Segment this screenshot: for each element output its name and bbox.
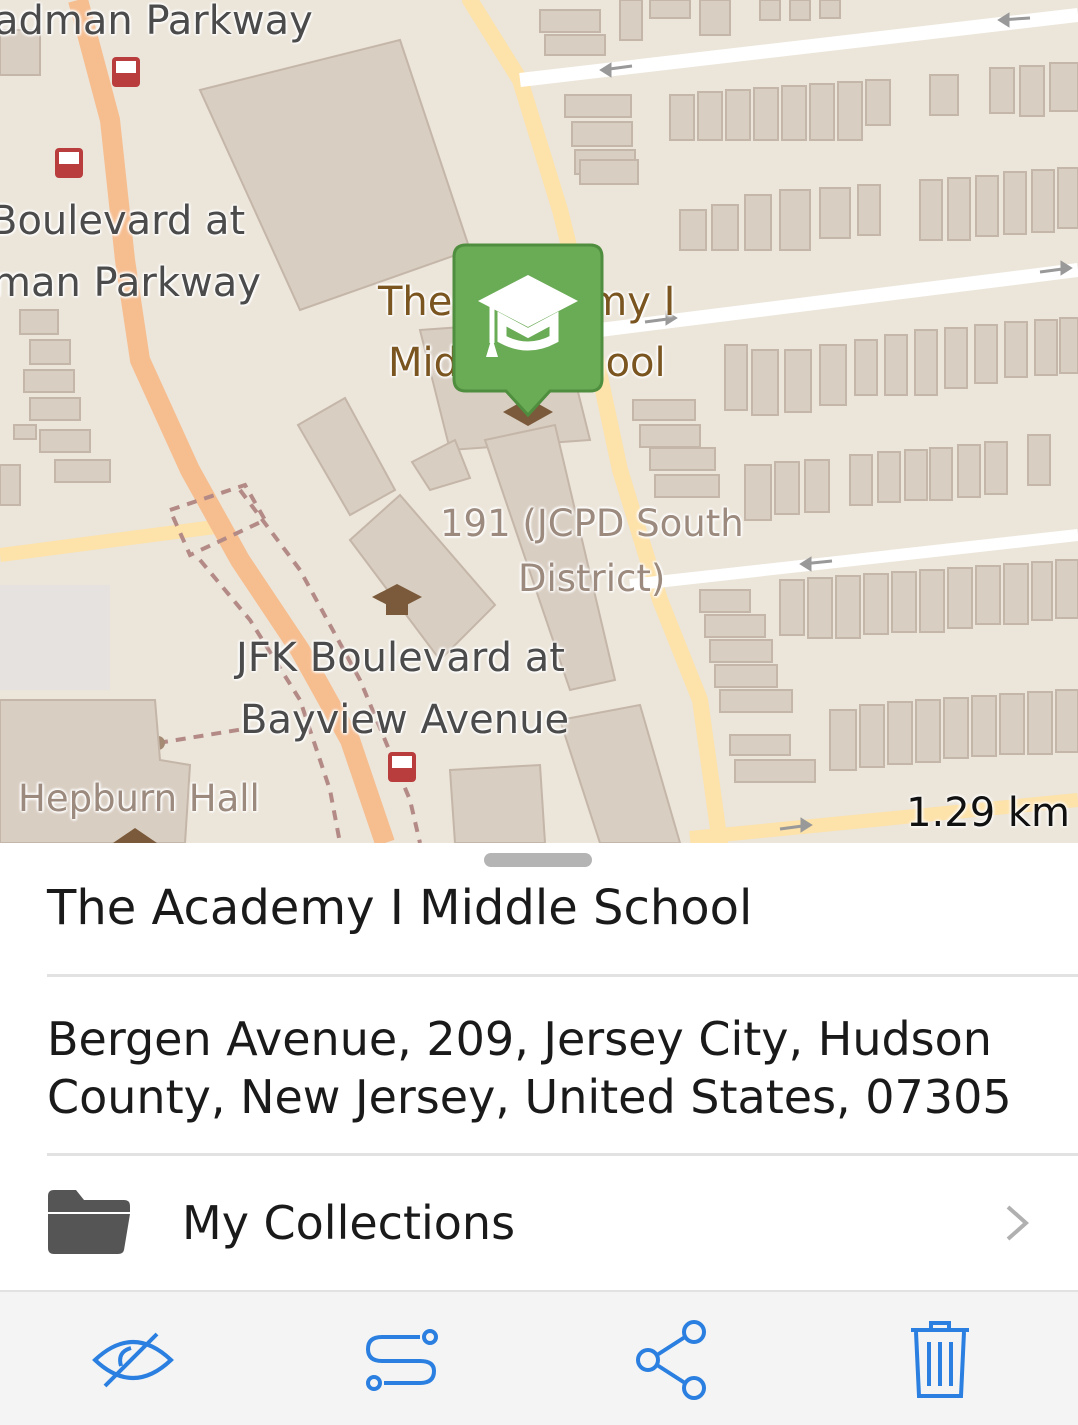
- hide-icon: [92, 1332, 174, 1388]
- share-icon: [636, 1320, 706, 1400]
- route-icon: [365, 1329, 438, 1391]
- trash-icon: [911, 1321, 969, 1398]
- folder-icon: [46, 1188, 132, 1260]
- my-collections-label: My Collections: [182, 1196, 516, 1250]
- map-label-jfk-2: Bayview Avenue: [240, 697, 570, 743]
- map-label-hepburn: Hepburn Hall: [18, 777, 260, 820]
- sheet-drag-handle[interactable]: [484, 853, 592, 867]
- divider: [47, 1153, 1078, 1156]
- map-label-street: adman Parkway: [0, 0, 313, 44]
- route-button[interactable]: [352, 1310, 452, 1410]
- graduation-cap-icon: [452, 243, 604, 418]
- chevron-right-icon: [1000, 1203, 1032, 1247]
- share-button[interactable]: [622, 1310, 722, 1410]
- map-label-bus-stop: Boulevard at: [0, 198, 246, 244]
- map-label-bus-stop-2: man Parkway: [0, 260, 261, 306]
- map-label-police-2: District): [518, 557, 666, 600]
- divider: [47, 974, 1078, 977]
- delete-button[interactable]: [890, 1310, 990, 1410]
- my-collections-row[interactable]: [0, 1158, 1078, 1288]
- place-marker[interactable]: [452, 243, 604, 423]
- bottom-toolbar: [0, 1290, 1078, 1425]
- map-scale: 1.29 km: [906, 790, 1070, 836]
- hide-button[interactable]: [83, 1310, 183, 1410]
- map-label-jfk: JFK Boulevard at: [236, 635, 565, 681]
- place-address: Bergen Avenue, 209, Jersey City, Hudson …: [47, 1012, 1012, 1124]
- place-title: The Academy I Middle School: [47, 880, 753, 936]
- map-view[interactable]: adman Parkway Boulevard at man Parkway T…: [0, 0, 1078, 843]
- map-label-police: 191 (JCPD South: [440, 502, 744, 545]
